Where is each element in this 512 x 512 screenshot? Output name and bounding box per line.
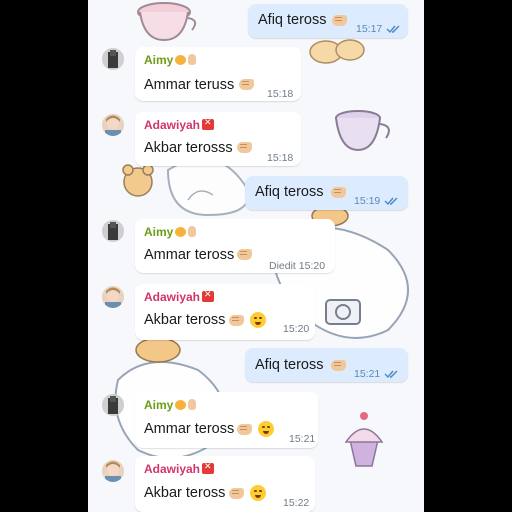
fist-bump-emoji-icon xyxy=(332,15,347,26)
double-check-icon xyxy=(384,370,398,379)
message-time: 15:19 xyxy=(354,195,381,207)
avatar[interactable] xyxy=(102,286,124,308)
peace-hand-emoji-icon xyxy=(188,399,197,410)
avatar[interactable] xyxy=(102,48,124,70)
fist-bump-emoji-icon xyxy=(237,249,252,260)
message-time: 15:20 xyxy=(283,323,310,335)
chat-screen: Afiq teross 15:17 Aimy Ammar teruss 15:1… xyxy=(88,0,424,512)
sender-name: Adawiyah xyxy=(144,117,215,132)
avatar[interactable] xyxy=(102,394,124,416)
message-text: Akbar teross xyxy=(144,485,226,501)
bear-bunny-illustration xyxy=(122,157,250,217)
cat-emoji-icon xyxy=(175,400,187,410)
message-time: 15:21 xyxy=(289,433,316,445)
message-text: Akbar terosss xyxy=(144,140,233,156)
peace-hand-emoji-icon xyxy=(188,226,197,237)
hamster-icon xyxy=(309,39,365,64)
cat-emoji-icon xyxy=(175,55,187,65)
sender-name: Adawiyah xyxy=(144,461,215,476)
message-bubble-outgoing[interactable]: Afiq teross 15:19 xyxy=(245,176,408,210)
message-bubble-incoming[interactable]: Aimy Ammar teross Diedit 15:20 xyxy=(135,219,335,273)
avatar[interactable] xyxy=(102,460,124,482)
message-text: Ammar teross xyxy=(144,421,235,437)
message-bubble-incoming[interactable]: Aimy Ammar teruss 15:18 xyxy=(135,47,301,101)
avatar[interactable] xyxy=(102,114,124,136)
fist-bump-emoji-icon xyxy=(239,79,254,90)
sender-name: Adawiyah xyxy=(144,289,215,304)
message-time: 15:18 xyxy=(267,88,294,100)
double-check-icon xyxy=(386,25,400,34)
message-text: Afiq teross xyxy=(255,184,324,200)
cat-emoji-icon xyxy=(175,227,187,237)
message-text: Afiq teross xyxy=(258,12,327,28)
sender-name: Aimy xyxy=(144,53,197,67)
message-time: Diedit 15:20 xyxy=(269,260,326,272)
fist-bump-emoji-icon xyxy=(229,488,244,499)
message-text: Afiq teross xyxy=(255,357,324,373)
message-bubble-incoming[interactable]: Adawiyah Akbar terosss 15:18 xyxy=(135,112,301,166)
face-emoji-icon xyxy=(250,485,266,501)
message-bubble-incoming[interactable]: Adawiyah Akbar teross 15:20 xyxy=(135,284,315,340)
anger-symbol-emoji-icon xyxy=(202,461,215,474)
message-bubble-incoming[interactable]: Aimy Ammar teross 15:21 xyxy=(135,392,318,448)
message-time: 15:18 xyxy=(267,152,294,164)
message-time: 15:21 xyxy=(354,368,381,380)
double-check-icon xyxy=(384,197,398,206)
anger-symbol-emoji-icon xyxy=(202,289,215,302)
message-bubble-incoming[interactable]: Adawiyah Akbar teross 15:22 xyxy=(135,456,315,512)
cupcake-icon xyxy=(344,412,384,467)
message-bubble-outgoing[interactable]: Afiq teross 15:17 xyxy=(248,4,408,38)
face-emoji-icon xyxy=(258,421,274,437)
message-text: Akbar teross xyxy=(144,312,226,328)
fist-bump-emoji-icon xyxy=(237,424,252,435)
fist-bump-emoji-icon xyxy=(237,142,252,153)
anger-symbol-emoji-icon xyxy=(202,117,215,130)
sender-name: Aimy xyxy=(144,225,197,239)
fist-bump-emoji-icon xyxy=(331,187,346,198)
teacup-icon xyxy=(137,2,197,42)
message-text: Ammar teruss xyxy=(144,77,235,93)
message-text: Ammar teross xyxy=(144,247,235,263)
message-time: 15:22 xyxy=(283,497,310,509)
fist-bump-emoji-icon xyxy=(331,360,346,371)
sender-name: Aimy xyxy=(144,398,197,412)
teacup-icon xyxy=(335,110,390,152)
peace-hand-emoji-icon xyxy=(188,54,197,65)
face-emoji-icon xyxy=(250,312,266,328)
fist-bump-emoji-icon xyxy=(229,315,244,326)
avatar[interactable] xyxy=(102,220,124,242)
message-time: 15:17 xyxy=(356,23,383,35)
message-bubble-outgoing[interactable]: Afiq teross 15:21 xyxy=(245,348,408,382)
